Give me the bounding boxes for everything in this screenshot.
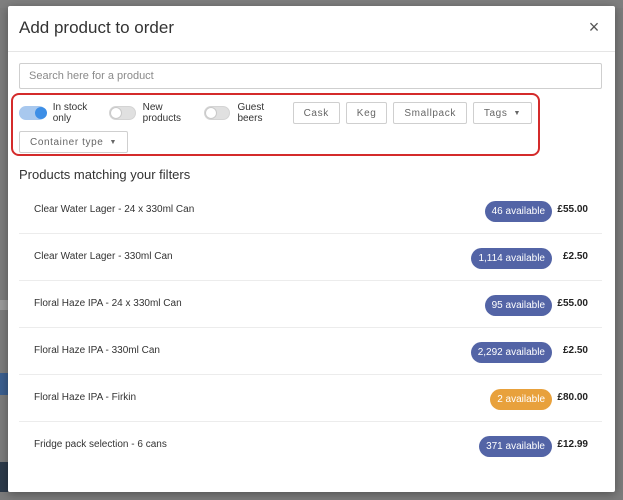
availability-badge: 371 available [479, 436, 552, 457]
availability-badge: 2 available [490, 389, 552, 410]
product-name: Floral Haze IPA - Firkin [34, 392, 137, 403]
product-price: £55.00 [557, 204, 588, 215]
header-divider [8, 51, 615, 52]
filter-chip-keg[interactable]: Keg [345, 102, 388, 124]
product-row[interactable]: Clear Water Lager - 330ml Can 1,114 avai… [19, 234, 602, 281]
toggle-label-in-stock: In stock only [52, 102, 88, 124]
product-price: £55.00 [557, 298, 588, 309]
product-row[interactable]: Floral Haze IPA - Firkin 2 available £80… [19, 375, 602, 422]
product-row[interactable]: Floral Haze IPA - 24 x 330ml Can 95 avai… [19, 281, 602, 328]
background-footer [0, 462, 8, 492]
product-price: £2.50 [562, 251, 588, 262]
close-icon[interactable]: × [585, 18, 603, 36]
dropdown-label: Container type [30, 136, 104, 148]
availability-badge: 1,114 available [471, 248, 552, 269]
dropdown-label: Tags [483, 107, 508, 119]
modal-title: Add product to order [19, 18, 174, 37]
availability-badge: 2,292 available [470, 342, 552, 363]
filter-row-1: In stock only New products Guest beers C… [19, 102, 538, 124]
tags-dropdown[interactable]: Tags ▼ [472, 102, 532, 124]
caret-down-icon: ▼ [513, 109, 521, 117]
container-type-dropdown[interactable]: Container type ▼ [19, 131, 128, 153]
toggle-knob [35, 107, 47, 119]
add-product-modal: Add product to order × In stock only New… [8, 6, 615, 492]
toggle-new-products[interactable] [108, 106, 136, 120]
product-price: £2.50 [562, 345, 588, 356]
availability-badge: 95 available [484, 295, 552, 316]
toggle-in-stock-only[interactable] [19, 106, 47, 120]
product-name: Clear Water Lager - 330ml Can [34, 251, 173, 262]
search-input[interactable] [19, 63, 602, 89]
toggle-knob [109, 107, 122, 119]
product-row[interactable]: Clear Water Lager - 24 x 330ml Can 46 av… [19, 187, 602, 234]
toggle-guest-beers[interactable] [203, 106, 231, 120]
toggle-knob [204, 107, 217, 119]
product-name: Floral Haze IPA - 330ml Can [34, 345, 160, 356]
caret-down-icon: ▼ [109, 138, 117, 146]
availability-badge: 46 available [484, 201, 552, 222]
product-name: Fridge pack selection - 6 cans [34, 439, 167, 450]
product-price: £80.00 [557, 392, 588, 403]
background-button [0, 373, 8, 395]
product-name: Floral Haze IPA - 24 x 330ml Can [34, 298, 182, 309]
filter-chip-smallpack[interactable]: Smallpack [393, 102, 467, 124]
filter-panel: In stock only New products Guest beers C… [11, 93, 540, 156]
section-title: Products matching your filters [19, 167, 191, 182]
chip-label: Keg [356, 107, 377, 119]
toggle-label-new-products: New products [142, 102, 181, 124]
product-list: Clear Water Lager - 24 x 330ml Can 46 av… [19, 187, 602, 468]
toggle-label-guest-beers: Guest beers [237, 102, 265, 124]
chip-label: Cask [303, 107, 329, 119]
filter-chip-cask[interactable]: Cask [292, 102, 340, 124]
filter-row-2: Container type ▼ [19, 131, 134, 153]
product-name: Clear Water Lager - 24 x 330ml Can [34, 204, 195, 215]
product-price: £12.99 [557, 439, 588, 450]
product-row[interactable]: Floral Haze IPA - 330ml Can 2,292 availa… [19, 328, 602, 375]
chip-label: Smallpack [404, 107, 456, 119]
product-row[interactable]: Fridge pack selection - 6 cans 371 avail… [19, 422, 602, 468]
